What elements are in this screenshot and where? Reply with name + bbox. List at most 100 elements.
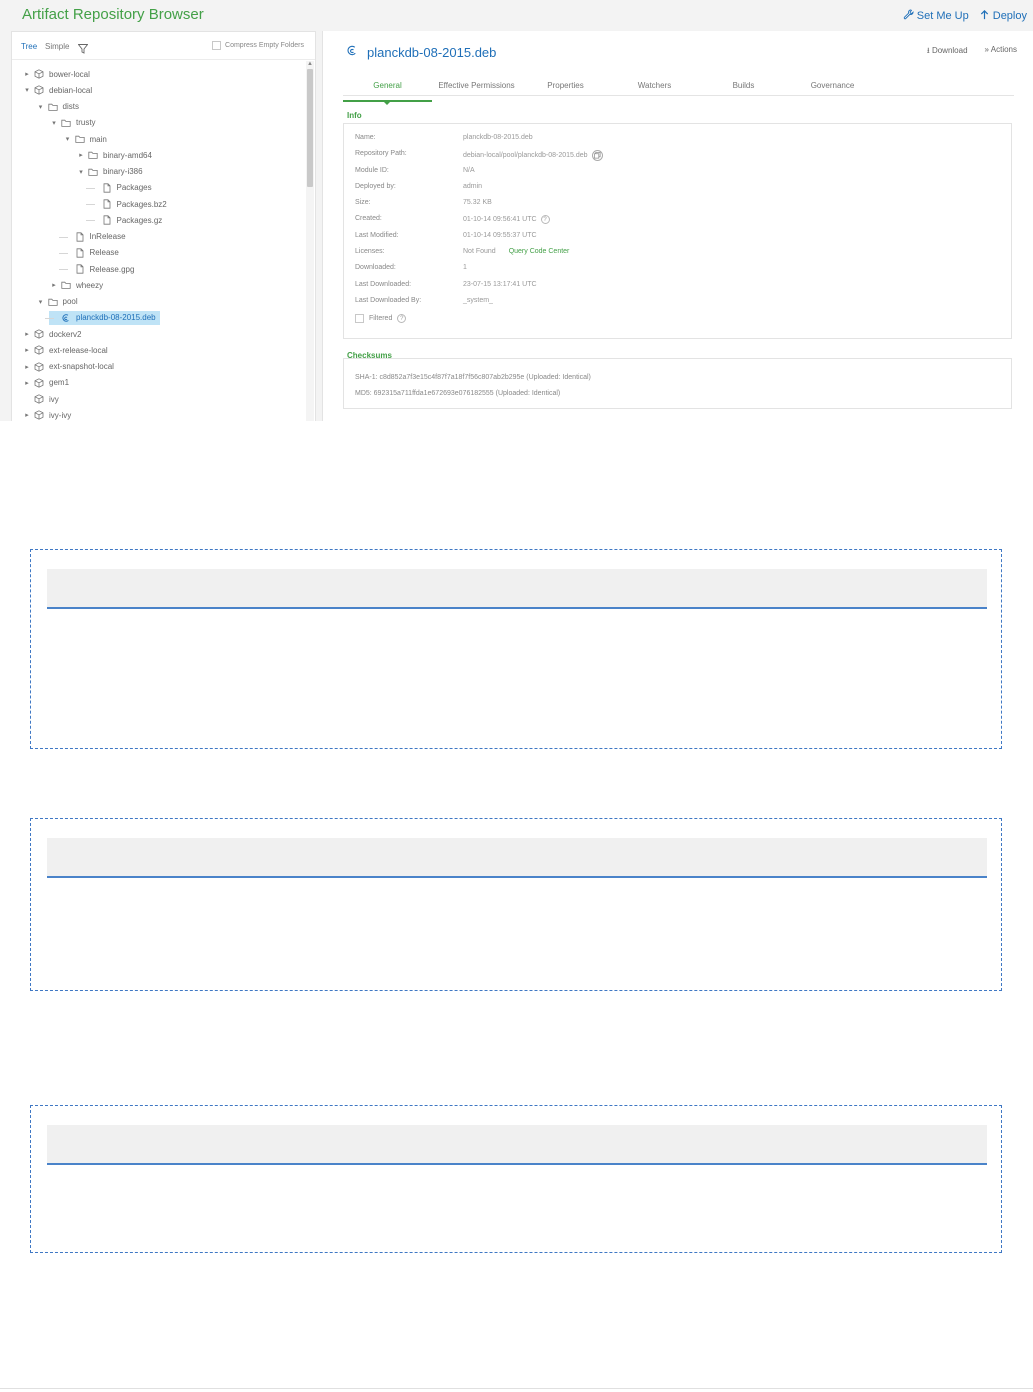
repo-icon (34, 345, 44, 355)
scrollbar-thumb[interactable] (307, 69, 313, 187)
filtered-toggle[interactable]: Filtered ? (355, 314, 407, 323)
tree-node[interactable]: ▸ ext-snapshot-local (22, 360, 114, 374)
tree-node[interactable]: ▸ wheezy (49, 278, 103, 292)
empty-panel-header (47, 838, 987, 878)
repo-icon (34, 85, 44, 95)
tree-node[interactable]: InRelease (63, 230, 126, 244)
tree-list: ▸ bower-local ▾ debian-local ▾ dists ▾ trusty ▾ m… (12, 32, 312, 421)
tree-node[interactable]: ▾ dists (36, 100, 79, 114)
info-value: 01-10-14 09:56:41 UTC (463, 216, 537, 223)
tree-node-label: dists (62, 102, 79, 111)
collapse-caret-icon[interactable]: ▾ (63, 134, 73, 144)
collapse-caret-icon[interactable]: ▾ (36, 297, 46, 307)
tab-effective-permissions[interactable]: Effective Permissions (432, 81, 521, 90)
tree-node-label: Packages.bz2 (116, 199, 167, 209)
expand-caret-icon[interactable]: ▸ (22, 69, 32, 79)
tree-node[interactable]: ▾ pool (36, 295, 78, 309)
page-title: Artifact Repository Browser (22, 6, 204, 23)
double-chevron-down-icon: » (984, 45, 989, 54)
tree-node-label: planckdb-08-2015.deb (76, 313, 156, 323)
tree-connector (85, 220, 95, 222)
artifact-browser-app: Artifact Repository Browser Set Me Up De… (0, 0, 1033, 421)
tree-node[interactable]: ▸ bower-local (22, 67, 90, 81)
tab-governance[interactable]: Governance (788, 81, 877, 90)
debian-icon (61, 313, 71, 323)
info-value: _system_ (463, 297, 493, 304)
actions-menu-button[interactable]: » Actions (985, 45, 1017, 59)
tree-node[interactable]: Release.gpg (63, 262, 135, 276)
scroll-up-icon[interactable]: ▲ (307, 61, 313, 67)
info-value-wrap: Not Found Query Code Center (463, 248, 569, 255)
expand-caret-icon[interactable]: ▸ (49, 280, 59, 290)
top-bar: Artifact Repository Browser Set Me Up De… (0, 0, 1033, 30)
collapse-caret-icon[interactable]: ▾ (36, 102, 46, 112)
tree-node[interactable]: ▸ binary-amd64 (76, 148, 152, 162)
tree-node-label: binary-amd64 (103, 150, 152, 160)
folder-icon (88, 167, 98, 177)
info-label: Size: (355, 199, 371, 206)
info-value-wrap: debian-local/pool/planckdb-08-2015.deb (463, 150, 603, 161)
tree-node[interactable]: Packages (90, 181, 152, 195)
folder-icon (74, 134, 85, 144)
sha1-checksum: SHA-1: c8d852a7f3e15c4f87f7a18f7f56c807a… (355, 374, 591, 381)
top-actions: Set Me Up Deploy (903, 9, 1027, 23)
tree-node[interactable]: ▸ ext-release-local (22, 343, 108, 357)
collapse-caret-icon[interactable]: ▾ (22, 85, 32, 95)
empty-panel-2 (30, 818, 1002, 991)
tree-connector (45, 317, 54, 319)
tree-node[interactable]: Packages.bz2 (90, 197, 167, 211)
artifact-name: planckdb-08-2015.deb (367, 44, 497, 60)
tree-node[interactable]: ▾ main (63, 132, 107, 146)
info-value: admin (463, 183, 483, 190)
folder-icon (61, 280, 71, 290)
tree-node-label: debian-local (49, 85, 93, 95)
info-value: 1 (463, 264, 467, 271)
repo-icon (34, 378, 44, 388)
tree-node[interactable]: ▸ dockerv2 (22, 327, 81, 341)
info-label: Last Downloaded: (355, 281, 412, 288)
expand-caret-icon[interactable]: ▸ (22, 362, 32, 372)
copy-icon[interactable] (591, 150, 603, 161)
filtered-checkbox[interactable] (355, 314, 364, 323)
debian-swirl-icon (346, 44, 359, 60)
tree-node[interactable]: planckdb-08-2015.deb (49, 310, 160, 325)
file-icon (75, 248, 85, 258)
tab-general[interactable]: General (343, 81, 432, 105)
tree-node[interactable]: ▾ binary-i386 (76, 165, 143, 179)
tree-node[interactable]: ▾ trusty (49, 116, 95, 130)
file-icon (102, 215, 112, 225)
tree-node[interactable]: Packages.gz (90, 213, 162, 227)
tree-scrollbar[interactable]: ▲ (306, 61, 314, 421)
tree-node[interactable]: ivy (22, 392, 59, 406)
set-me-up-button[interactable]: Set Me Up (903, 9, 969, 23)
help-icon[interactable]: ? (540, 215, 550, 224)
collapse-caret-icon[interactable]: ▾ (76, 167, 86, 177)
tree-node-label: binary-i386 (103, 167, 143, 176)
expand-caret-icon[interactable]: ▸ (22, 345, 32, 355)
download-button[interactable]: ⭳ Download (927, 45, 968, 59)
tree-node[interactable]: ▸ gem1 (22, 376, 69, 390)
info-value: 23-07-15 13:17:41 UTC (463, 281, 537, 288)
repo-icon (34, 361, 44, 372)
tree-node[interactable]: ▸ ivy-ivy (22, 408, 71, 421)
expand-caret-icon[interactable]: ▸ (22, 329, 32, 339)
tree-node[interactable]: ▾ debian-local (22, 83, 92, 97)
tree-node-label: Release.gpg (89, 264, 135, 274)
query-code-center-link[interactable]: Query Code Center (509, 248, 570, 255)
detail-actions: ⭳ Download » Actions (927, 45, 1017, 59)
help-icon[interactable]: ? (397, 314, 407, 323)
info-label: Name: (355, 134, 376, 141)
deploy-button[interactable]: Deploy (979, 9, 1027, 23)
collapse-caret-icon[interactable]: ▾ (49, 118, 59, 128)
expand-caret-icon[interactable]: ▸ (76, 150, 86, 160)
tab-properties[interactable]: Properties (521, 81, 610, 90)
tab-watchers[interactable]: Watchers (610, 81, 699, 90)
expand-caret-icon[interactable]: ▸ (22, 378, 32, 388)
tab-builds[interactable]: Builds (699, 81, 788, 90)
file-icon (102, 183, 112, 193)
file-icon (75, 231, 85, 242)
tree-node-label: Release (89, 248, 119, 258)
tree-connector (58, 236, 68, 238)
tree-node[interactable]: Release (63, 246, 119, 260)
expand-caret-icon[interactable]: ▸ (22, 410, 32, 420)
